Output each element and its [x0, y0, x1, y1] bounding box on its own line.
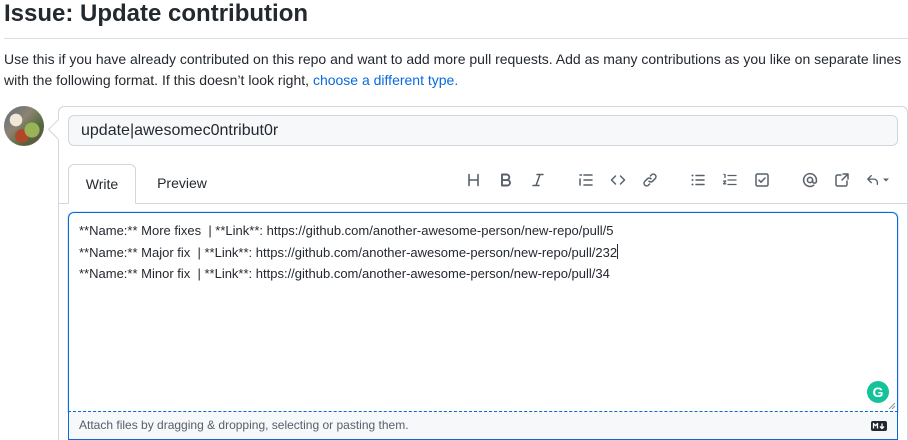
title-divider	[4, 38, 908, 39]
heading-icon[interactable]	[460, 166, 488, 194]
quote-icon[interactable]	[572, 166, 600, 194]
attach-files-text: Attach files by dragging & dropping, sel…	[79, 418, 409, 432]
avatar[interactable]	[4, 106, 44, 146]
code-icon[interactable]	[604, 166, 632, 194]
italic-icon[interactable]	[524, 166, 552, 194]
intro-paragraph: Use this if you have already contributed…	[4, 49, 908, 91]
bold-icon[interactable]	[492, 166, 520, 194]
tab-preview[interactable]: Preview	[142, 164, 222, 204]
file-attachment-bar[interactable]: Attach files by dragging & dropping, sel…	[68, 411, 898, 440]
issue-title-input[interactable]	[68, 115, 898, 146]
markdown-icon[interactable]	[871, 421, 887, 431]
choose-different-type-link[interactable]: choose a different type.	[313, 72, 458, 88]
body-line: **Name:** Major fix | **Link**: https://…	[79, 244, 619, 260]
link-icon[interactable]	[636, 166, 664, 194]
reference-icon[interactable]	[828, 166, 856, 194]
page-title: Issue: Update contribution	[4, 0, 309, 27]
resize-handle-icon[interactable]	[886, 400, 896, 410]
task-list-icon[interactable]	[748, 166, 776, 194]
bulleted-list-icon[interactable]	[684, 166, 712, 194]
saved-replies-icon[interactable]	[860, 166, 896, 194]
tab-divider	[59, 203, 907, 204]
body-line: **Name:** Minor fix | **Link**: https://…	[79, 266, 610, 281]
comment-body-textarea[interactable]: **Name:** More fixes | **Link**: https:/…	[68, 212, 898, 412]
tab-write[interactable]: Write	[68, 164, 136, 204]
markdown-toolbar	[460, 166, 900, 194]
mention-icon[interactable]	[796, 166, 824, 194]
chevron-down-icon	[883, 178, 889, 182]
text-caret	[617, 244, 619, 259]
body-line: **Name:** More fixes | **Link**: https:/…	[79, 223, 614, 238]
numbered-list-icon[interactable]	[716, 166, 744, 194]
